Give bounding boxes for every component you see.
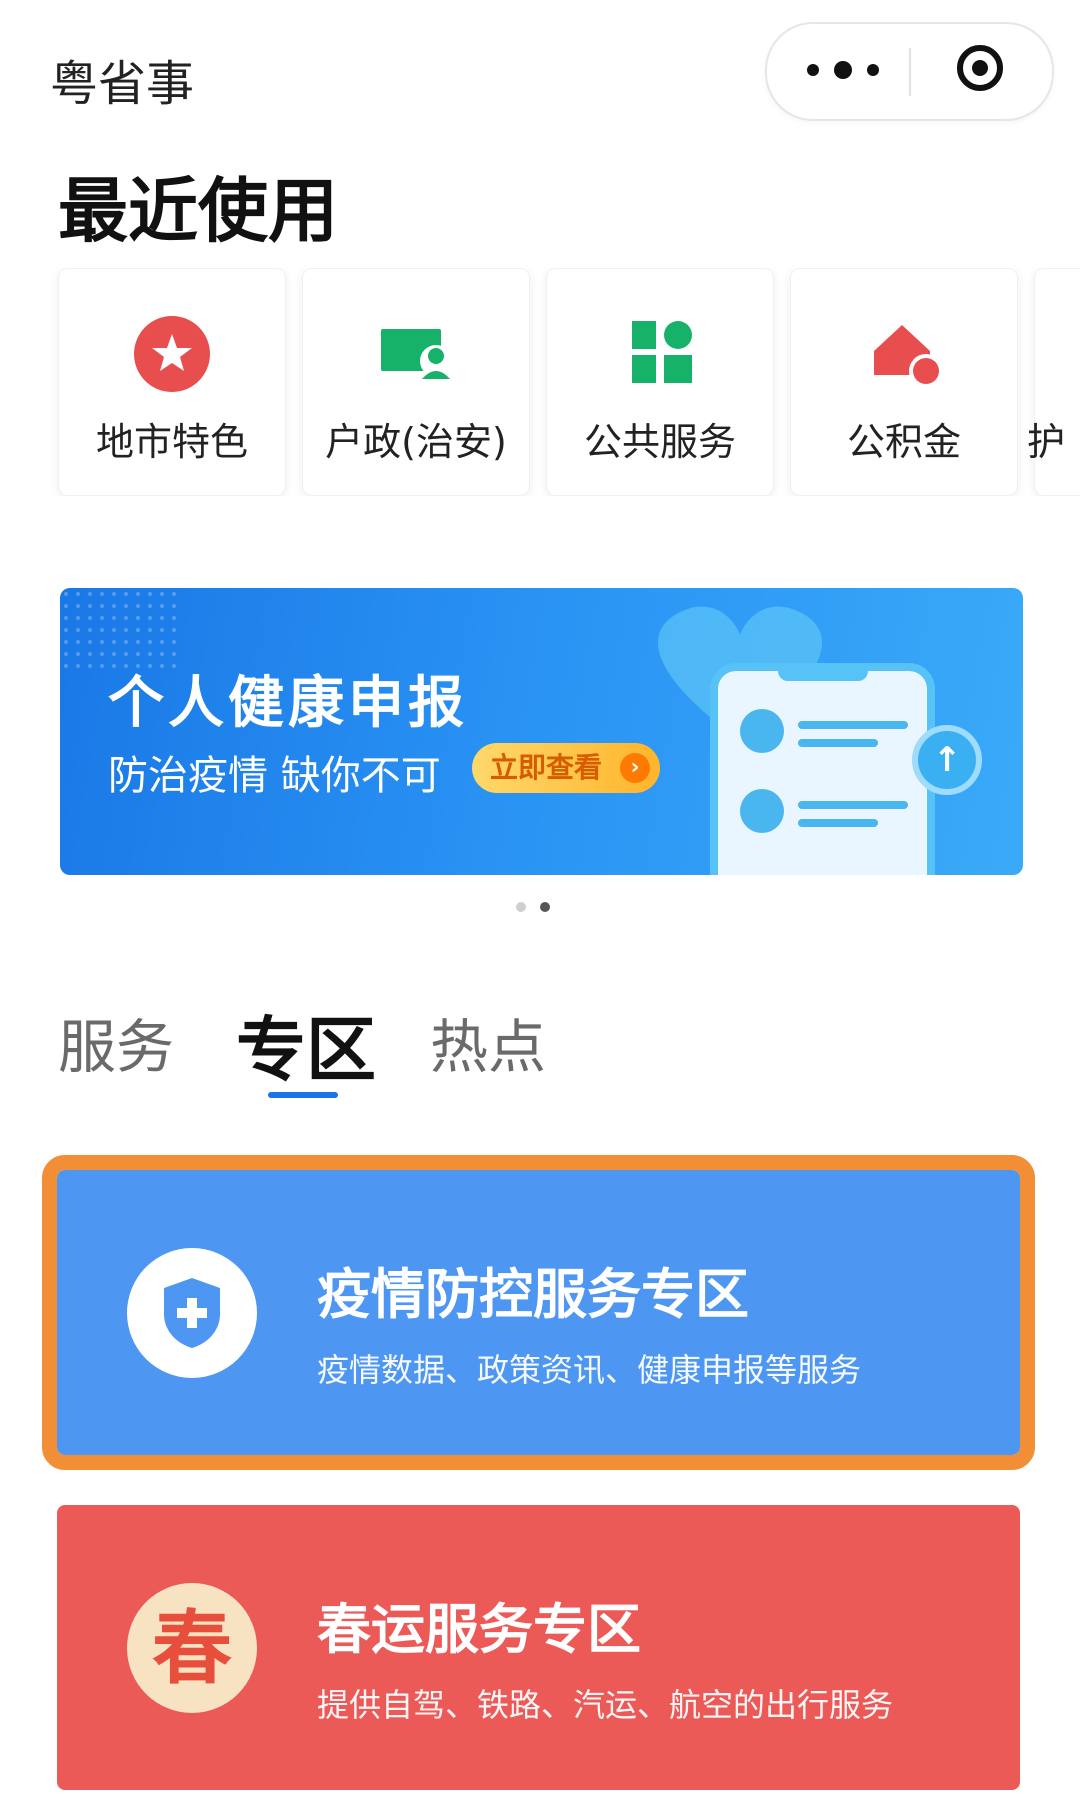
person-icon — [740, 709, 784, 753]
chevron-right-icon: › — [620, 753, 650, 783]
recent-section-title: 最近使用 — [58, 170, 338, 252]
zone-subtitle: 提供自驾、铁路、汽运、航空的出行服务 — [317, 1686, 894, 1724]
recent-item-label: 公共服务 — [583, 420, 736, 464]
banner-subtitle: 防治疫情 缺你不可 — [108, 753, 441, 799]
chun-character: 春 — [152, 1601, 232, 1695]
epidemic-zone-card[interactable]: 疫情防控服务专区 疫情数据、政策资讯、健康申报等服务 — [42, 1155, 1035, 1470]
star-badge-icon — [134, 316, 210, 392]
banner-dot-pattern — [60, 588, 180, 668]
recent-item-public-services[interactable]: 公共服务 — [546, 268, 774, 496]
pager-dot[interactable] — [516, 902, 526, 912]
recent-item-household[interactable]: 户政(治安) — [302, 268, 530, 496]
recent-item-label: 地市特色 — [95, 420, 248, 464]
zone-subtitle: 疫情数据、政策资讯、健康申报等服务 — [317, 1351, 862, 1389]
grid-apps-icon — [632, 321, 692, 383]
phone-illustration — [710, 663, 935, 875]
active-tab-indicator — [268, 1092, 338, 1098]
upload-arrow-icon: ↑ — [912, 725, 982, 795]
recent-services-row: 地市特色 户政(治安) 公共服务 公积金 护 — [0, 268, 1080, 496]
pager-dot-active[interactable] — [540, 902, 550, 912]
health-report-banner[interactable]: 个人健康申报 防治疫情 缺你不可 立即查看 › ↑ — [60, 588, 1023, 875]
banner-view-button[interactable]: 立即查看 › — [472, 743, 660, 793]
zone-title: 春运服务专区 — [317, 1598, 641, 1661]
spring-travel-zone-card[interactable]: 春 春运服务专区 提供自驾、铁路、汽运、航空的出行服务 — [57, 1505, 1020, 1790]
tab-hot[interactable]: 热点 — [430, 1000, 546, 1084]
shield-plus-icon — [127, 1248, 257, 1378]
chun-character-icon: 春 — [127, 1583, 257, 1713]
recent-item-label: 户政(治安) — [325, 420, 507, 464]
close-target-icon[interactable] — [957, 45, 1003, 91]
banner-title: 个人健康申报 — [108, 671, 468, 736]
tab-zones[interactable]: 专区 — [236, 994, 376, 1095]
banner-pager — [516, 902, 556, 914]
zone-title: 疫情防控服务专区 — [317, 1263, 749, 1326]
app-title: 粤省事 — [50, 56, 195, 112]
tab-services[interactable]: 服务 — [58, 1000, 174, 1084]
id-card-person-icon — [381, 329, 452, 379]
mini-program-capsule — [765, 22, 1054, 121]
more-dots-icon[interactable] — [807, 24, 917, 119]
recent-item-partial[interactable]: 护 — [1027, 268, 1080, 496]
section-tabs: 服务 专区 热点 — [0, 1000, 1080, 1110]
recent-item-label: 护 — [1027, 420, 1066, 464]
house-coin-icon — [874, 325, 943, 388]
recent-item-local-features[interactable]: 地市特色 — [58, 268, 286, 496]
banner-button-label: 立即查看 — [490, 751, 603, 784]
person-icon — [740, 789, 784, 833]
top-bar: 粤省事 — [0, 0, 1080, 140]
capsule-divider — [909, 48, 911, 96]
